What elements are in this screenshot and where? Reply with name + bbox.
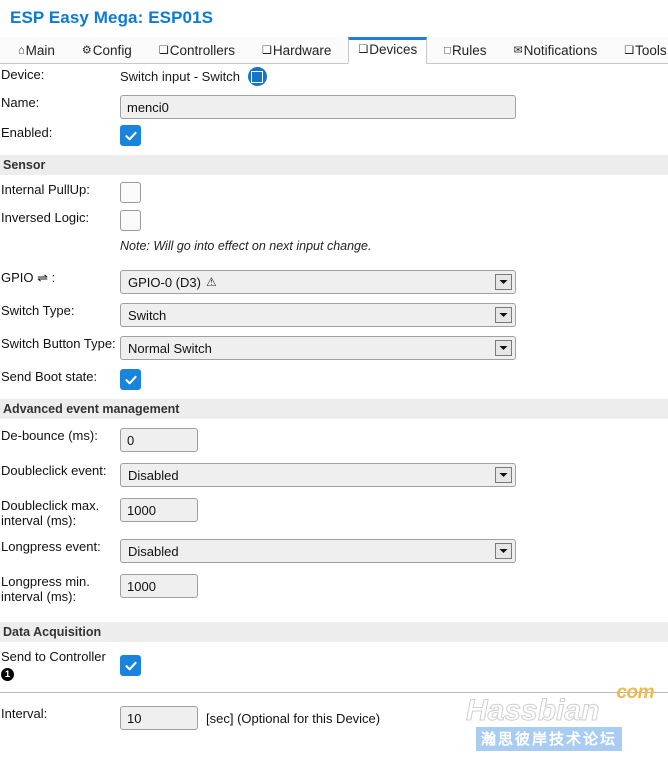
longpress-interval-label: Longpress min. interval (ms): [1, 574, 90, 604]
doubleclick-interval-input[interactable] [120, 498, 198, 522]
row-sensor-note: Note: Will go into effect on next input … [0, 235, 668, 263]
warning-icon: ⚠ [205, 275, 217, 289]
row-debounce: De-bounce (ms): [0, 423, 668, 455]
longpress-event-selected-value: Disabled [128, 543, 179, 559]
debounce-label: De-bounce (ms): [1, 428, 98, 443]
sensor-note: Note: Will go into effect on next input … [120, 239, 372, 253]
doubleclick-interval-label: Doubleclick max. interval (ms): [1, 498, 100, 528]
inversed-logic-label: Inversed Logic: [1, 210, 90, 225]
tab-notifications[interactable]: ✉ Notifications [503, 37, 607, 64]
internal-pullup-checkbox[interactable] [120, 182, 141, 203]
chevron-down-icon[interactable] [495, 467, 512, 483]
doubleclick-event-label: Doubleclick event: [1, 463, 107, 478]
gpio-select[interactable]: GPIO-0 (D3) ⚠ [120, 270, 516, 294]
row-switch-button-type: Switch Button Type: Normal Switch [0, 330, 668, 363]
switch-button-type-selected-value: Normal Switch [128, 340, 212, 356]
row-longpress-interval: Longpress min. interval (ms): [0, 566, 668, 607]
switch-type-selected-value: Switch [128, 307, 167, 323]
tab-bar: ⌂ Main ⚙ Config ❑ Controllers ❑ Hardware… [0, 37, 668, 64]
row-longpress-event: Longpress event: Disabled [0, 531, 668, 566]
row-doubleclick-interval: Doubleclick max. interval (ms): [0, 490, 668, 531]
tab-label: Main [25, 42, 55, 58]
longpress-event-select[interactable]: Disabled [120, 539, 516, 563]
send-to-controller-label: Send to Controller 1 [0, 649, 120, 681]
row-gpio: GPIO ⇌ : GPIO-0 (D3) ⚠ [0, 263, 668, 297]
section-header-advanced: Advanced event management [0, 399, 668, 419]
tab-label: Controllers [169, 42, 235, 58]
row-send-to-controller: Send to Controller 1 [0, 646, 668, 684]
interval-input[interactable] [120, 706, 198, 730]
tab-devices[interactable]: ❑ Devices [348, 37, 428, 64]
send-boot-state-checkbox[interactable] [120, 369, 141, 390]
send-to-controller-checkbox[interactable] [120, 655, 141, 676]
longpress-interval-input[interactable] [120, 574, 198, 598]
device-value-group: Switch input - Switch [120, 67, 668, 86]
switch-button-type-select[interactable]: Normal Switch [120, 336, 516, 360]
divider [0, 692, 668, 693]
interval-label: Interval: [1, 706, 48, 721]
device-label: Device: [1, 67, 45, 82]
inversed-logic-checkbox[interactable] [120, 210, 141, 231]
doubleclick-event-select[interactable]: Disabled [120, 463, 516, 487]
home-icon: ⌂ [18, 44, 25, 56]
tab-label: Hardware [272, 42, 332, 58]
internal-pullup-label: Internal PullUp: [1, 182, 90, 197]
device-settings-form: Device: Switch input - Switch Name: Enab… [0, 64, 668, 733]
send-boot-state-label: Send Boot state: [1, 369, 98, 384]
switch-button-type-label: Switch Button Type: [1, 336, 116, 351]
box-icon: ❑ [624, 44, 635, 56]
tab-controllers[interactable]: ❑ Controllers [149, 37, 245, 64]
tab-tools[interactable]: ❑ Tools [614, 37, 668, 64]
tab-rules[interactable]: □ Rules [434, 37, 496, 64]
row-enabled: Enabled: [0, 122, 668, 150]
section-header-data-acquisition: Data Acquisition [0, 622, 668, 642]
chevron-down-icon[interactable] [495, 274, 512, 290]
gpio-label: GPIO ⇌ : [1, 270, 56, 285]
gear-icon: ⚙ [81, 44, 92, 56]
tab-label: Tools [635, 42, 667, 58]
box-icon: ❑ [158, 44, 169, 56]
gpio-selected-value: GPIO-0 (D3) [128, 274, 201, 290]
switch-type-select[interactable]: Switch [120, 303, 516, 327]
chevron-down-icon[interactable] [495, 307, 512, 323]
square-icon: □ [444, 44, 451, 56]
tab-label: Rules [451, 42, 487, 58]
tab-label: Config [92, 42, 132, 58]
box-icon: ❑ [358, 43, 369, 56]
section-header-sensor: Sensor [0, 155, 668, 175]
interval-note: [sec] (Optional for this Device) [206, 710, 381, 726]
debounce-input[interactable] [120, 428, 198, 452]
send-to-controller-text: Send to Controller [1, 649, 106, 664]
device-value: Switch input - Switch [120, 69, 240, 84]
name-input[interactable] [120, 95, 516, 119]
tab-main[interactable]: ⌂ Main [8, 37, 65, 64]
enabled-label: Enabled: [1, 125, 53, 140]
tab-config[interactable]: ⚙ Config [72, 37, 142, 64]
enabled-checkbox[interactable] [120, 125, 141, 146]
tab-label: Devices [369, 42, 418, 57]
device-status-icon [247, 67, 267, 86]
name-label: Name: [1, 95, 40, 110]
longpress-event-label: Longpress event: [1, 539, 101, 554]
row-inversed-logic: Inversed Logic: [0, 207, 668, 235]
chevron-down-icon[interactable] [495, 340, 512, 356]
chevron-down-icon[interactable] [495, 543, 512, 559]
row-name: Name: [0, 92, 668, 122]
row-device: Device: Switch input - Switch [0, 64, 668, 92]
doubleclick-event-selected-value: Disabled [128, 467, 179, 483]
box-icon: ❑ [261, 44, 272, 56]
envelope-icon: ✉ [513, 44, 523, 56]
tab-label: Notifications [523, 42, 598, 58]
tab-hardware[interactable]: ❑ Hardware [252, 37, 341, 64]
row-doubleclick-event: Doubleclick event: Disabled [0, 455, 668, 490]
page-title: ESP Easy Mega: ESP01S [10, 8, 214, 27]
controller-index-badge: 1 [1, 668, 14, 681]
row-send-boot-state: Send Boot state: [0, 363, 668, 394]
row-interval: Interval: [sec] (Optional for this Devic… [0, 703, 668, 733]
row-internal-pullup: Internal PullUp: [0, 179, 668, 207]
row-switch-type: Switch Type: Switch [0, 297, 668, 330]
switch-type-label: Switch Type: [1, 303, 75, 318]
